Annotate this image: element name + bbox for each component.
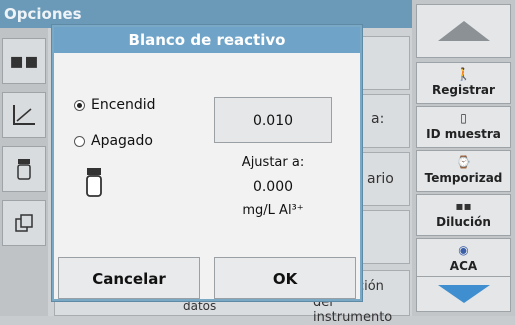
sidebar-item-label: ID muestra <box>426 127 501 141</box>
background-text: a: <box>371 111 385 127</box>
scroll-down-button[interactable] <box>416 276 511 312</box>
blank-value-button[interactable]: 0.010 <box>214 97 332 143</box>
sidebar-item-label: Temporizad <box>424 171 503 185</box>
sidebar-item-label: ACA <box>449 259 478 273</box>
dialog-title: Blanco de reactivo <box>54 27 360 53</box>
arrow-down-icon <box>437 285 490 303</box>
unit-label: mg/L Al³⁺ <box>242 203 304 218</box>
cancel-button[interactable]: Cancelar <box>58 257 200 299</box>
screen: Opciones ▪▪ a: ario ación del instrument… <box>0 0 515 325</box>
sidebar-item-label: Dilución <box>436 215 491 229</box>
copy-icon-shape <box>15 214 33 232</box>
copy-icon[interactable] <box>2 200 46 246</box>
adjust-label: Ajustar a: <box>241 155 305 170</box>
app-title: Opciones <box>0 0 412 28</box>
sidebar-item-dilucion[interactable]: ▪▪ Dilución <box>416 194 511 236</box>
ok-button[interactable]: OK <box>214 257 356 299</box>
radio-selected-icon[interactable] <box>74 99 85 111</box>
sidebar-item-aca[interactable]: ◉ ACA <box>416 238 511 280</box>
vial-icon: ▯ <box>460 111 467 125</box>
sidebar-item-registrar[interactable]: 🚶 Registrar <box>416 62 511 104</box>
reagent-blank-dialog: Blanco de reactivo Encendid Apagado 0.01… <box>52 25 362 301</box>
vial-icon <box>86 168 102 197</box>
sidebar: 🚶 Registrar ▯ ID muestra ⌚ Temporizad ▪▪… <box>412 0 515 316</box>
dilution-icon: ▪▪ <box>455 199 472 213</box>
option-apagado[interactable]: Apagado <box>74 133 153 149</box>
arrow-up-icon <box>437 21 490 41</box>
person-icon: 🚶 <box>456 67 471 81</box>
option-label: Apagado <box>91 133 153 149</box>
adjust-value: 0.000 <box>252 179 294 195</box>
aca-icon: ◉ <box>458 243 469 257</box>
graph-icon-shape <box>13 105 35 125</box>
graph-icon[interactable] <box>2 92 46 138</box>
instrument-icon[interactable]: ▪▪ <box>2 38 46 84</box>
option-encendido[interactable]: Encendid <box>74 97 156 113</box>
vial-icon[interactable] <box>2 146 46 192</box>
option-label: Encendid <box>91 97 156 113</box>
vial-icon-shape <box>17 159 31 180</box>
background-left-column: ▪▪ <box>0 28 48 316</box>
scroll-up-button[interactable] <box>416 4 511 58</box>
sidebar-item-temporizador[interactable]: ⌚ Temporizad <box>416 150 511 192</box>
timer-icon: ⌚ <box>456 155 471 169</box>
radio-unselected-icon[interactable] <box>74 135 85 147</box>
sidebar-item-label: Registrar <box>432 83 495 97</box>
background-text: datos <box>183 299 217 313</box>
sidebar-item-id-muestra[interactable]: ▯ ID muestra <box>416 106 511 148</box>
background-text: ario <box>367 171 394 187</box>
